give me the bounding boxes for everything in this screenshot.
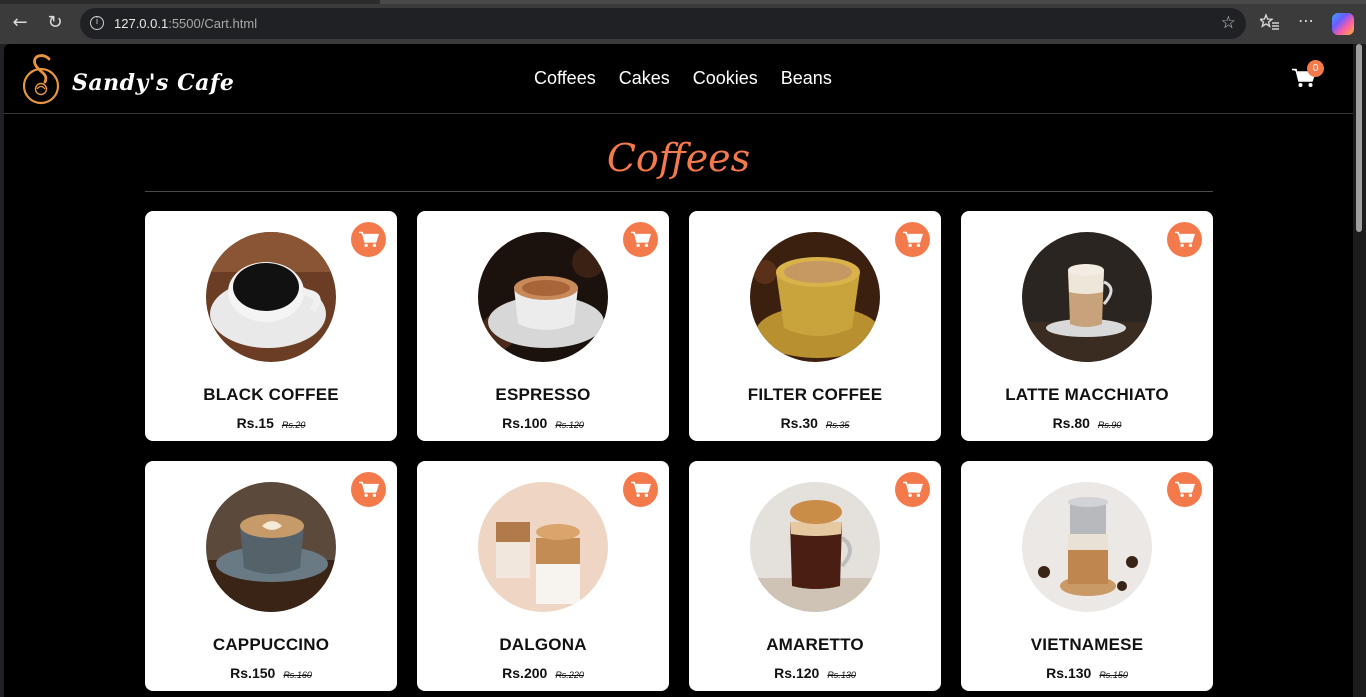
product-old-price: Rs.160 xyxy=(283,670,312,680)
product-prices: Rs.30 Rs.35 xyxy=(689,415,941,433)
product-prices: Rs.15 Rs.20 xyxy=(145,415,397,433)
add-to-cart-button[interactable] xyxy=(351,472,386,507)
cart-icon xyxy=(1174,231,1195,247)
product-price: Rs.120 xyxy=(774,665,820,681)
product-name: CAPPUCCINO xyxy=(212,635,330,654)
product-price: Rs.30 xyxy=(780,415,818,431)
product-prices: Rs.100 Rs.120 xyxy=(417,415,669,433)
tab-strip-background xyxy=(380,0,1366,4)
product-prices: Rs.200 Rs.220 xyxy=(417,665,669,683)
product-name: DALGONA xyxy=(499,635,587,654)
section-title: Coffees xyxy=(606,136,751,180)
cart-icon xyxy=(902,231,923,247)
add-to-cart-button[interactable] xyxy=(623,222,658,257)
cafe-logo-icon[interactable] xyxy=(22,53,62,105)
nav-link-coffees[interactable]: Coffees xyxy=(534,68,596,89)
info-icon[interactable]: i xyxy=(90,16,104,30)
product-card[interactable]: CAPPUCCINO Rs.150 Rs.160 xyxy=(145,461,397,691)
url-path: :5500/Cart.html xyxy=(168,16,258,31)
favorite-star-icon[interactable]: ☆ xyxy=(1221,13,1236,33)
cart-icon xyxy=(358,231,379,247)
product-name: VIETNAMESE xyxy=(1030,635,1144,654)
product-price: Rs.80 xyxy=(1052,415,1090,431)
site-header: Sandy's Cafe Coffees Cakes Cookies Beans… xyxy=(4,44,1353,114)
add-to-cart-button[interactable] xyxy=(895,222,930,257)
page-viewport: Sandy's Cafe Coffees Cakes Cookies Beans… xyxy=(4,44,1353,697)
product-card[interactable]: DALGONA Rs.200 Rs.220 xyxy=(417,461,669,691)
add-to-cart-button[interactable] xyxy=(895,472,930,507)
address-url[interactable]: 127.0.0.1:5500/Cart.html xyxy=(114,16,257,31)
product-price: Rs.15 xyxy=(236,415,274,431)
product-card[interactable]: FILTER COFFEE Rs.30 Rs.35 xyxy=(689,211,941,441)
product-name: AMARETTO xyxy=(766,635,864,654)
product-card[interactable]: AMARETTO Rs.120 Rs.130 xyxy=(689,461,941,691)
product-image xyxy=(478,232,608,362)
back-arrow-icon[interactable]: ← xyxy=(9,12,31,34)
favorites-list-icon[interactable] xyxy=(1258,12,1281,34)
brand-name[interactable]: Sandy's Cafe xyxy=(72,70,234,96)
address-bar[interactable]: i 127.0.0.1:5500/Cart.html ☆ xyxy=(80,8,1246,39)
add-to-cart-button[interactable] xyxy=(1167,472,1202,507)
cart-icon xyxy=(358,481,379,497)
product-old-price: Rs.35 xyxy=(825,420,850,430)
product-old-price: Rs.220 xyxy=(555,670,584,680)
copilot-icon[interactable] xyxy=(1332,13,1354,35)
product-image xyxy=(1022,482,1152,612)
nav-link-cookies[interactable]: Cookies xyxy=(693,68,758,89)
product-card[interactable]: ESPRESSO Rs.100 Rs.120 xyxy=(417,211,669,441)
product-image xyxy=(750,232,880,362)
browser-toolbar: ← ↻ i 127.0.0.1:5500/Cart.html ☆ ⋯ xyxy=(0,0,1366,44)
product-name: LATTE MACCHIATO xyxy=(1005,385,1169,404)
product-prices: Rs.80 Rs.90 xyxy=(961,415,1213,433)
page-scrollbar[interactable] xyxy=(1353,44,1366,697)
scrollbar-thumb[interactable] xyxy=(1356,44,1362,232)
product-old-price: Rs.120 xyxy=(555,420,584,430)
product-image xyxy=(1022,232,1152,362)
url-host: 127.0.0.1 xyxy=(114,16,169,31)
product-old-price: Rs.90 xyxy=(1097,420,1122,430)
cart-icon xyxy=(1174,481,1195,497)
product-old-price: Rs.20 xyxy=(281,420,306,430)
product-prices: Rs.150 Rs.160 xyxy=(145,665,397,683)
product-image xyxy=(478,482,608,612)
product-name: FILTER COFFEE xyxy=(747,385,883,404)
cart-icon xyxy=(902,481,923,497)
product-image xyxy=(750,482,880,612)
add-to-cart-button[interactable] xyxy=(623,472,658,507)
product-card[interactable]: LATTE MACCHIATO Rs.80 Rs.90 xyxy=(961,211,1213,441)
product-prices: Rs.120 Rs.130 xyxy=(689,665,941,683)
more-options-icon[interactable]: ⋯ xyxy=(1295,10,1317,32)
add-to-cart-button[interactable] xyxy=(351,222,386,257)
product-image xyxy=(206,482,336,612)
product-name: BLACK COFFEE xyxy=(203,385,339,404)
cart-count-badge: 0 xyxy=(1307,60,1324,77)
product-card[interactable]: BLACK COFFEE Rs.15 Rs.20 xyxy=(145,211,397,441)
product-grid: BLACK COFFEE Rs.15 Rs.20 ESPRESSO Rs.100 R… xyxy=(145,211,1213,691)
product-price: Rs.130 xyxy=(1046,665,1092,681)
section-divider xyxy=(145,191,1213,192)
product-image xyxy=(206,232,336,362)
add-to-cart-button[interactable] xyxy=(1167,222,1202,257)
product-prices: Rs.130 Rs.150 xyxy=(961,665,1213,683)
product-price: Rs.100 xyxy=(502,415,548,431)
product-name: ESPRESSO xyxy=(495,385,591,404)
product-old-price: Rs.150 xyxy=(1099,670,1128,680)
product-card[interactable]: VIETNAMESE Rs.130 Rs.150 xyxy=(961,461,1213,691)
product-price: Rs.150 xyxy=(230,665,276,681)
product-old-price: Rs.130 xyxy=(827,670,856,680)
nav-link-beans[interactable]: Beans xyxy=(781,68,832,89)
cart-icon xyxy=(630,231,651,247)
product-price: Rs.200 xyxy=(502,665,548,681)
reload-icon[interactable]: ↻ xyxy=(44,12,66,34)
cart-icon xyxy=(630,481,651,497)
nav-link-cakes[interactable]: Cakes xyxy=(619,68,670,89)
main-nav: Coffees Cakes Cookies Beans xyxy=(534,68,832,89)
